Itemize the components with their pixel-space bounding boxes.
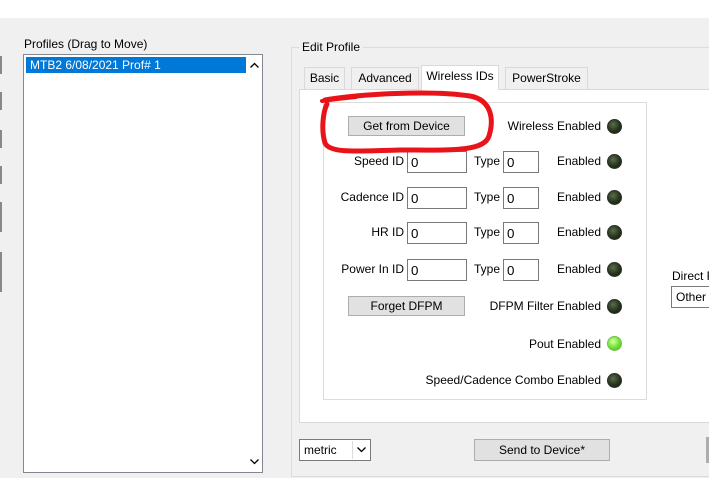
cadence-type-field[interactable] bbox=[503, 187, 539, 209]
speed-cadence-combo-label: Speed/Cadence Combo Enabled bbox=[425, 373, 601, 387]
hr-enabled-indicator-icon bbox=[607, 225, 622, 240]
forget-dfpm-button[interactable]: Forget DFPM bbox=[348, 296, 465, 316]
tab-basic[interactable]: Basic bbox=[304, 67, 345, 89]
power-in-enabled-indicator-icon bbox=[607, 262, 622, 277]
units-select[interactable]: metric bbox=[299, 439, 371, 461]
direct-select[interactable]: Other bbox=[671, 286, 709, 308]
profiles-listbox[interactable]: MTB2 6/08/2021 Prof# 1 bbox=[23, 54, 263, 473]
pout-enabled-indicator-icon bbox=[607, 336, 622, 351]
power-in-enabled-label: Enabled bbox=[556, 262, 601, 276]
chevron-down-icon[interactable] bbox=[352, 441, 369, 459]
power-in-type-field[interactable] bbox=[503, 259, 539, 281]
tab-advanced[interactable]: Advanced bbox=[351, 67, 419, 89]
hr-id-label: HR ID bbox=[371, 225, 404, 239]
scroll-down-arrow-icon[interactable] bbox=[246, 454, 262, 470]
pout-enabled-label: Pout Enabled bbox=[528, 337, 601, 351]
get-from-device-button[interactable]: Get from Device bbox=[348, 116, 465, 136]
profiles-label: Profiles (Drag to Move) bbox=[24, 37, 148, 51]
wireless-settings-group bbox=[323, 102, 647, 400]
power-in-type-label: Type bbox=[473, 262, 500, 276]
tab-wireless-ids[interactable]: Wireless IDs bbox=[421, 65, 499, 90]
speed-enabled-label: Enabled bbox=[556, 154, 601, 168]
tab-powerstroke[interactable]: PowerStroke bbox=[505, 67, 588, 89]
speed-id-label: Speed ID bbox=[353, 154, 404, 168]
speed-enabled-indicator-icon bbox=[607, 154, 622, 169]
hr-enabled-label: Enabled bbox=[556, 225, 601, 239]
dfpm-filter-indicator-icon bbox=[607, 299, 622, 314]
speed-type-field[interactable] bbox=[503, 151, 539, 173]
hr-type-field[interactable] bbox=[503, 222, 539, 244]
cadence-enabled-label: Enabled bbox=[556, 190, 601, 204]
cadence-enabled-indicator-icon bbox=[607, 190, 622, 205]
cadence-id-field[interactable] bbox=[407, 187, 467, 209]
wireless-enabled-indicator-icon bbox=[607, 119, 622, 134]
title-bar-area bbox=[0, 0, 709, 18]
speed-id-field[interactable] bbox=[407, 151, 467, 173]
hr-id-field[interactable] bbox=[407, 222, 467, 244]
left-edge-strip bbox=[0, 52, 4, 294]
cadence-id-label: Cadence ID bbox=[340, 190, 404, 204]
profiles-scrollbar[interactable] bbox=[246, 55, 262, 472]
scroll-up-arrow-icon[interactable] bbox=[246, 57, 262, 73]
cadence-type-label: Type bbox=[473, 190, 500, 204]
units-select-value: metric bbox=[304, 443, 337, 457]
direct-label: Direct F bbox=[672, 269, 709, 283]
speed-type-label: Type bbox=[473, 154, 500, 168]
power-in-id-field[interactable] bbox=[407, 259, 467, 281]
speed-cadence-combo-indicator-icon bbox=[607, 373, 622, 388]
hr-type-label: Type bbox=[473, 225, 500, 239]
dfpm-filter-enabled-label: DFPM Filter Enabled bbox=[489, 299, 601, 313]
profile-list-item[interactable]: MTB2 6/08/2021 Prof# 1 bbox=[26, 57, 246, 73]
send-to-device-button[interactable]: Send to Device* bbox=[474, 439, 610, 461]
power-in-id-label: Power In ID bbox=[341, 262, 404, 276]
wireless-enabled-label: Wireless Enabled bbox=[507, 119, 601, 133]
edit-profile-label: Edit Profile bbox=[299, 40, 364, 54]
